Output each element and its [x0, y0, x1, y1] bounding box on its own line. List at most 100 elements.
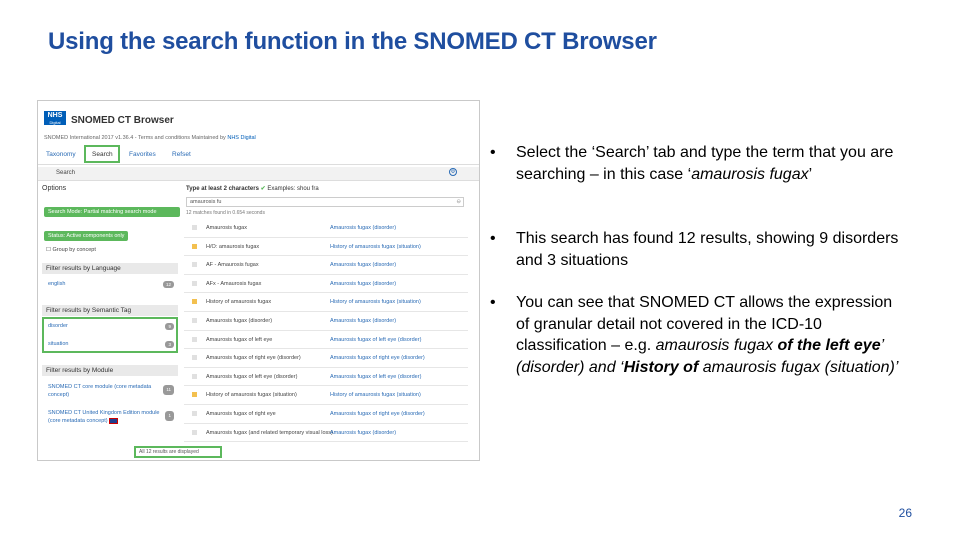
filter-module-uk[interactable]: SNOMED CT United Kingdom Edition module … — [48, 409, 178, 425]
result-row[interactable]: History of amaurosis fugax (situation) Hi… — [184, 386, 468, 405]
disorder-icon — [192, 336, 197, 342]
status-button[interactable]: Status: Active components only — [44, 231, 129, 241]
result-row[interactable]: Amaurosis fugax of right eye Amaurosis fu… — [184, 405, 468, 424]
semantic-filter-highlight — [42, 317, 178, 353]
result-row[interactable]: Amaurosis fugax (and related temporary v… — [184, 424, 468, 443]
settings-icon[interactable]: ⚙ — [449, 168, 457, 176]
filter-language-english[interactable]: english 12 — [48, 281, 178, 288]
options-title: Options — [42, 185, 67, 192]
result-term: History of amaurosis fugax (situation) — [206, 392, 297, 399]
tab-taxonomy[interactable]: Taxonomy — [46, 151, 76, 158]
all-results-displayed: All 12 results are displayed — [134, 446, 222, 458]
disorder-icon — [192, 355, 197, 361]
result-concept[interactable]: Amaurosis fugax (disorder) — [330, 262, 396, 268]
result-term: Amaurosis fugax (and related temporary v… — [206, 429, 333, 436]
bullet-text: This search has found 12 results, showin… — [516, 228, 903, 271]
subbar-label: Search — [56, 170, 76, 176]
result-row[interactable]: H/O: amaurosis fugax History of amaurosis… — [184, 238, 468, 257]
bullet-text: Select the ‘Search’ tab and type the ter… — [516, 142, 903, 185]
bullet-2: • This search has found 12 results, showi… — [488, 228, 903, 271]
type-hint-text: Type at least 2 characters — [186, 186, 259, 192]
results-list: Amaurosis fugax Amaurosis fugax (disorder… — [184, 219, 468, 443]
result-term: H/O: amaurosis fugax — [206, 243, 260, 250]
tab-refset[interactable]: Refset — [172, 151, 191, 158]
result-term: AF - Amaurosis fugax — [206, 262, 259, 269]
result-term: Amaurosis fugax (disorder) — [206, 317, 273, 324]
matches-found: 12 matches found in 0.654 seconds — [186, 210, 265, 216]
result-row[interactable]: Amaurosis fugax of right eye (disorder) A… — [184, 349, 468, 368]
bullet-text-run: This search has found 12 results, showin… — [516, 230, 899, 269]
filter-item-label: SNOMED CT core module (core metadata con… — [48, 384, 152, 398]
search-input[interactable]: amaurosis fu ⊖ — [186, 197, 464, 207]
result-row[interactable]: AF - Amaurosis fugax Amaurosis fugax (dis… — [184, 256, 468, 275]
result-term: Amaurosis fugax of left eye (disorder) — [206, 373, 298, 380]
result-row[interactable]: History of amaurosis fugax History of ama… — [184, 293, 468, 312]
bullet-dot: • — [490, 294, 496, 311]
disorder-icon — [192, 225, 197, 230]
result-term: Amaurosis fugax of right eye (disorder) — [206, 355, 301, 362]
result-concept[interactable]: Amaurosis fugax (disorder) — [330, 430, 396, 436]
filter-count-badge: 12 — [162, 281, 174, 288]
app-header: NHS Digital SNOMED CT Browser — [38, 101, 479, 133]
result-concept[interactable]: History of amaurosis fugax (situation) — [330, 299, 421, 305]
bullet-text-run: amaurosis fugax — [691, 165, 809, 183]
page-number: 26 — [898, 506, 912, 520]
options-panel: Options Search Mode: Partial matching se… — [40, 183, 180, 459]
clear-icon[interactable]: ⊖ — [456, 199, 461, 205]
check-icon: ✔ — [260, 186, 266, 192]
result-row[interactable]: AFx - Amaurosis fugax Amaurosis fugax (di… — [184, 275, 468, 294]
disorder-icon — [192, 410, 197, 416]
situation-icon — [192, 392, 197, 398]
result-concept[interactable]: Amaurosis fugax (disorder) — [330, 281, 396, 287]
bullet-text-run: amaurosis fugax — [655, 337, 778, 355]
bullet-text-run: History of — [623, 358, 699, 376]
filter-module-core[interactable]: SNOMED CT core module (core metadata con… — [48, 383, 178, 399]
disorder-icon — [192, 373, 197, 379]
result-term: History of amaurosis fugax — [206, 299, 272, 306]
result-concept[interactable]: Amaurosis fugax of left eye (disorder) — [330, 374, 421, 380]
result-concept[interactable]: History of amaurosis fugax (situation) — [330, 244, 421, 250]
search-mode-button[interactable]: Search Mode: Partial matching search mod… — [44, 207, 180, 217]
filter-item-label: english — [48, 281, 66, 287]
type-hint: Type at least 2 characters ✔ Examples: s… — [186, 185, 319, 192]
filter-count-badge: 11 — [163, 385, 174, 395]
bullet-dot: • — [490, 230, 496, 247]
result-concept[interactable]: Amaurosis fugax of left eye (disorder) — [330, 337, 421, 343]
result-term: Amaurosis fugax of right eye — [206, 410, 276, 417]
bullet-dot: • — [490, 144, 496, 161]
filter-count-badge: 1 — [165, 411, 174, 421]
filter-language-heading: Filter results by Language — [42, 263, 178, 274]
situation-icon — [192, 299, 197, 305]
bullet-text-run: of the left eye — [777, 337, 881, 355]
uk-flag-icon — [109, 417, 119, 424]
result-concept[interactable]: Amaurosis fugax of right eye (disorder) — [330, 355, 425, 361]
disorder-icon — [192, 262, 197, 268]
examples-text: Examples: shou fra — [267, 186, 319, 192]
tab-bar: Taxonomy Search Favorites Refset — [38, 145, 479, 165]
bullet-1: • Select the ‘Search’ tab and type the te… — [488, 142, 903, 185]
nhs-digital-link[interactable]: NHS Digital — [227, 135, 255, 141]
result-row[interactable]: Amaurosis fugax (disorder) Amaurosis fuga… — [184, 312, 468, 331]
logo-line1: NHS — [47, 112, 63, 119]
slide-title: Using the search function in the SNOMED … — [48, 28, 657, 55]
search-subbar: Search ⚙ — [38, 167, 479, 181]
disorder-icon — [192, 317, 197, 323]
tab-favorites[interactable]: Favorites — [129, 151, 156, 158]
result-concept[interactable]: History of amaurosis fugax (situation) — [330, 392, 421, 398]
result-row[interactable]: Amaurosis fugax of left eye (disorder) Am… — [184, 368, 468, 387]
logo-line2: Digital — [49, 120, 61, 125]
bullet-3: • You can see that SNOMED CT allows the e… — [488, 292, 903, 378]
nhs-digital-logo: NHS Digital — [44, 111, 66, 125]
app-title: SNOMED CT Browser — [71, 115, 174, 126]
result-row[interactable]: Amaurosis fugax of left eye Amaurosis fug… — [184, 331, 468, 350]
result-concept[interactable]: Amaurosis fugax (disorder) — [330, 225, 396, 231]
result-concept[interactable]: Amaurosis fugax of right eye (disorder) — [330, 411, 425, 417]
disorder-icon — [192, 429, 197, 435]
result-concept[interactable]: Amaurosis fugax (disorder) — [330, 318, 396, 324]
group-by-concept-checkbox[interactable]: ☐ Group by concept — [46, 247, 96, 253]
search-query: amaurosis fu — [190, 199, 222, 205]
result-row[interactable]: Amaurosis fugax Amaurosis fugax (disorder… — [184, 219, 468, 238]
results-panel: Type at least 2 characters ✔ Examples: s… — [184, 183, 478, 459]
result-term: AFx - Amaurosis fugax — [206, 280, 262, 287]
bullet-text: You can see that SNOMED CT allows the ex… — [516, 292, 903, 378]
